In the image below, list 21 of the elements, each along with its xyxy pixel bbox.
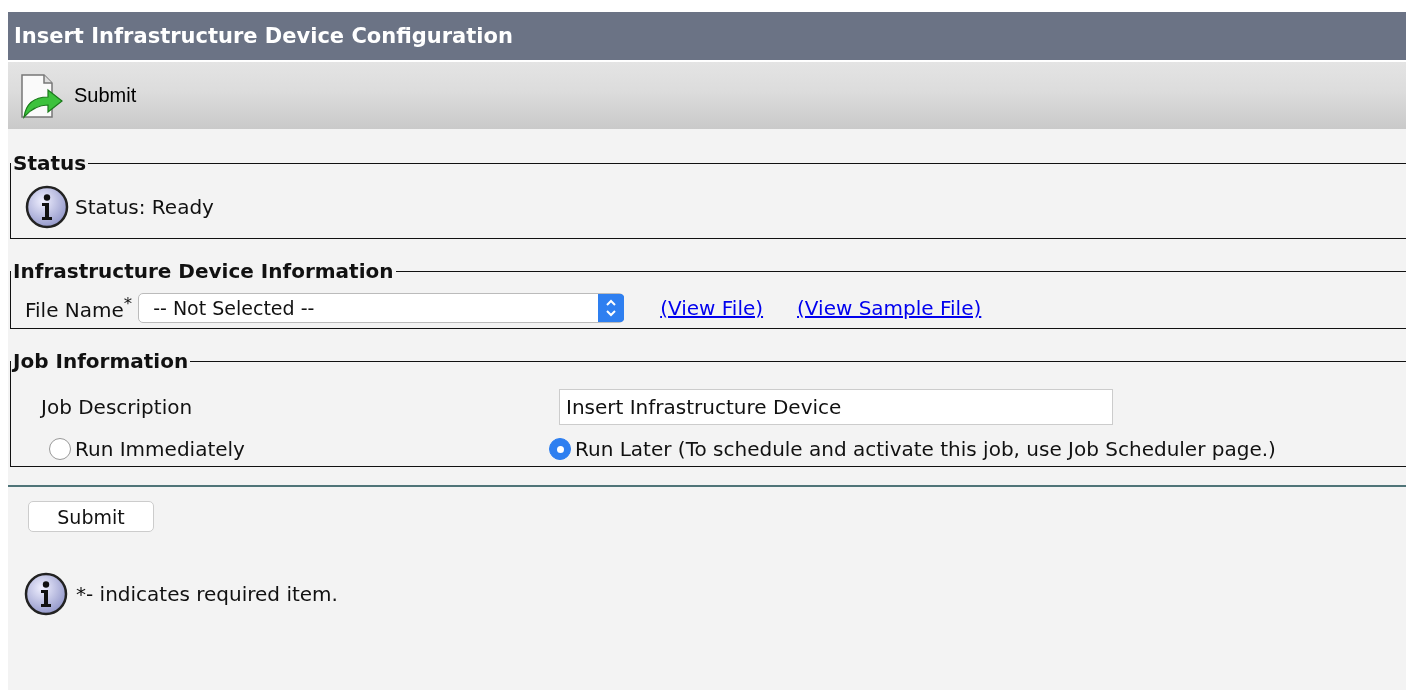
input-field[interactable]: Insert Infrastructure Device: [559, 389, 1113, 425]
field-label: File Name$^{*}$: [25, 294, 133, 322]
link[interactable]: (View Sample File): [797, 296, 982, 320]
section-title: Job Information: [11, 349, 190, 373]
footnote-text: *- indicates required item.: [76, 582, 338, 606]
radio-button[interactable]: [549, 438, 571, 460]
status-text: Status: Ready: [75, 195, 214, 219]
section-title: Infrastructure Device Information: [12, 259, 395, 283]
submit-button[interactable]: Submit: [28, 501, 154, 532]
submit-button[interactable]: Submit: [18, 72, 137, 119]
field-label: Job Description: [41, 395, 193, 419]
radio-option[interactable]: Run Immediately: [49, 437, 245, 461]
info-icon: [24, 572, 68, 616]
radio-option[interactable]: Run Later (To schedule and activate this job, use Job Scheduler page.): [549, 437, 1276, 461]
section-title: Status: [12, 151, 88, 175]
caret-icon: [598, 294, 625, 322]
radio-button[interactable]: [49, 438, 71, 460]
info-icon: [25, 185, 69, 229]
file-name-dropdown[interactable]: -- Not Selected --: [138, 293, 625, 323]
window-title: Insert Infrastructure Device Configuration: [8, 12, 1406, 62]
link[interactable]: (View File): [660, 296, 764, 320]
